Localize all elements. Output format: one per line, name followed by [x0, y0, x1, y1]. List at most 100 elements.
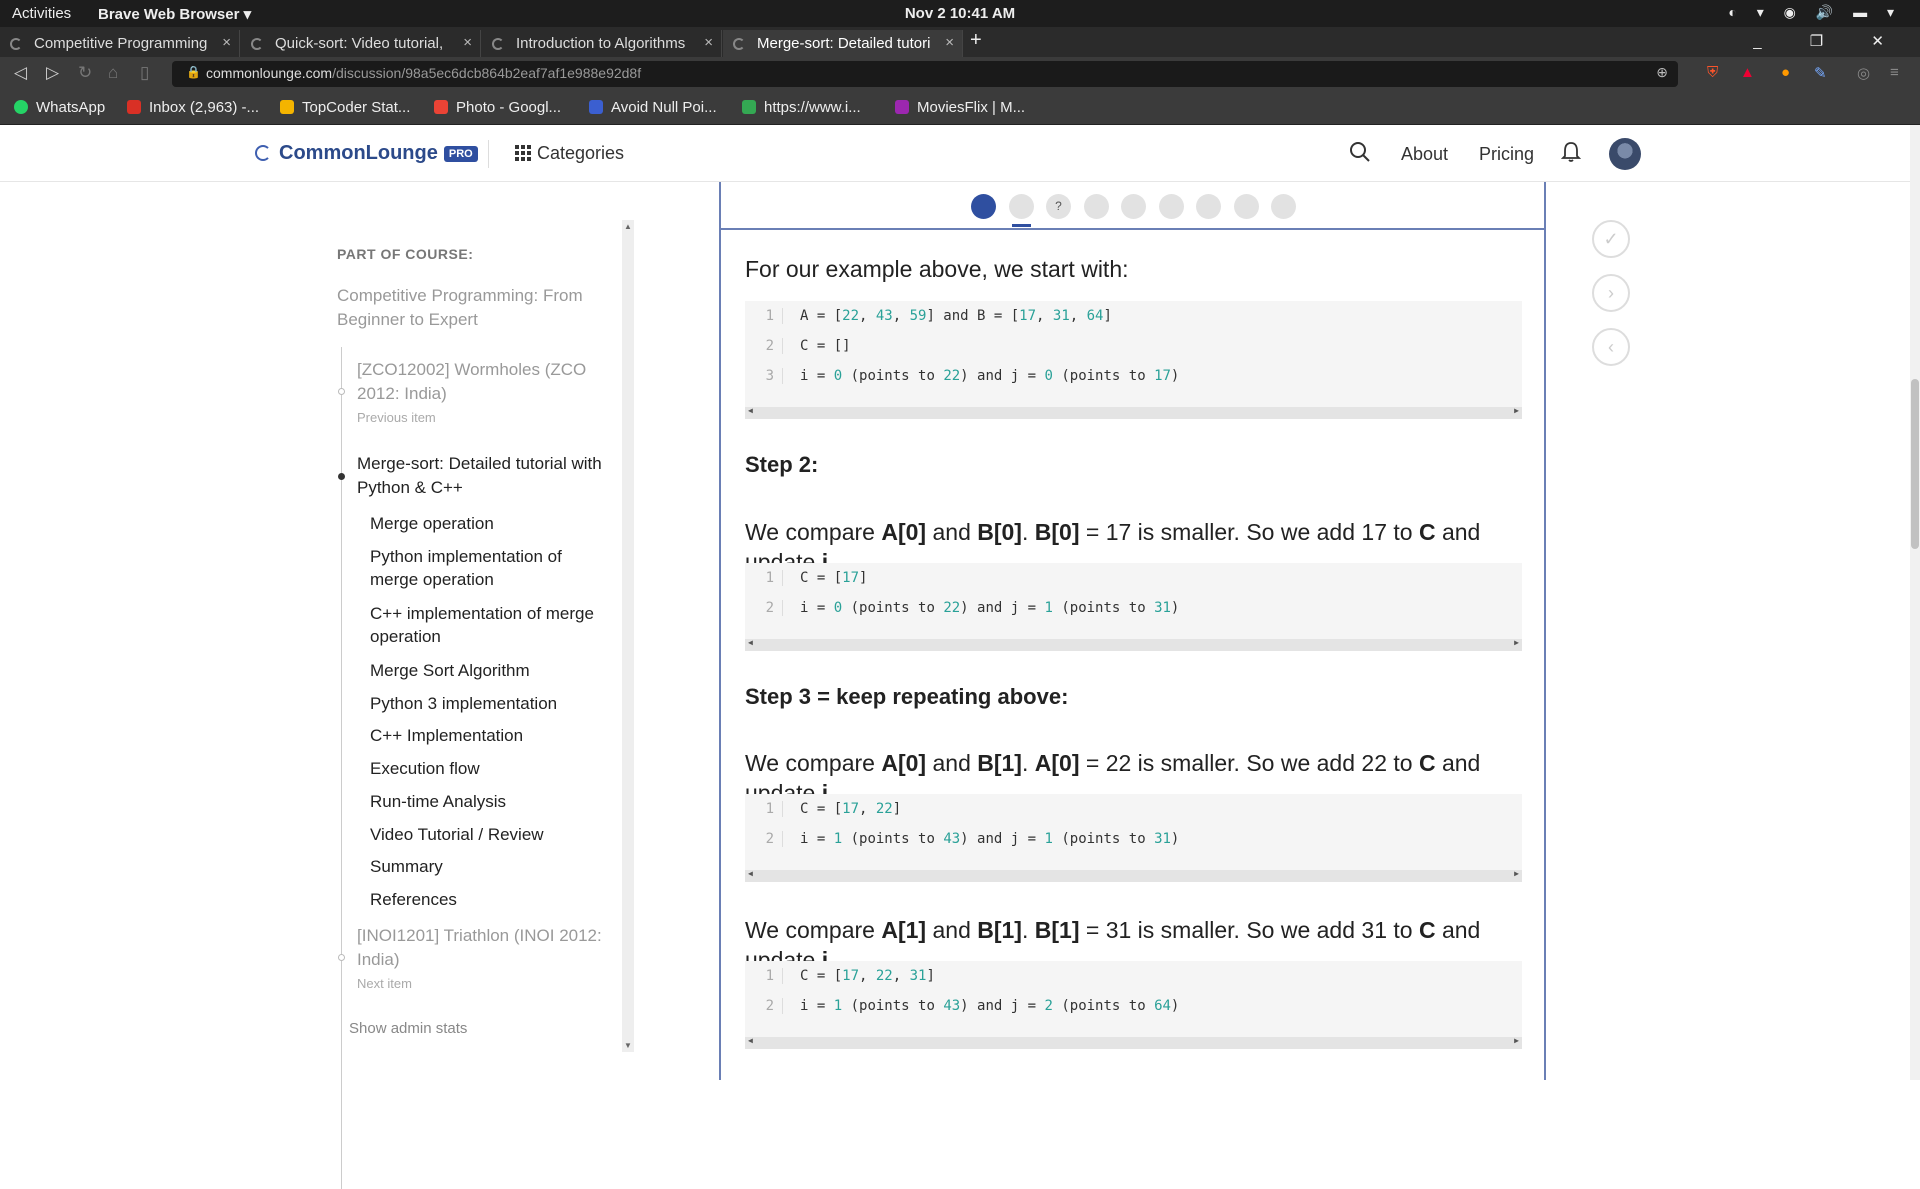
close-tab-icon[interactable]: × [939, 34, 954, 51]
toc-item[interactable]: Python 3 implementation [370, 692, 610, 715]
previous-item-link[interactable]: [ZCO12002] Wormholes (ZCO 2012: India) Pr… [357, 358, 607, 430]
show-admin-stats-link[interactable]: Show admin stats [349, 1020, 467, 1037]
brave-rewards-icon[interactable]: ▲ [1740, 64, 1755, 81]
bookmark-item[interactable]: Inbox (2,963) -... [127, 99, 259, 116]
code-line: 2i = 0 (points to 22) and j = 1 (points … [745, 593, 1522, 623]
current-item-title[interactable]: Merge-sort: Detailed tutorial with Pytho… [357, 452, 607, 500]
part-of-course-label: PART OF COURSE: [337, 246, 474, 262]
toc-item[interactable]: C++ Implementation [370, 724, 610, 747]
url-path: /discussion/98a5ec6dcb864b2eaf7af1e988e9… [332, 65, 642, 81]
tab[interactable]: Introduction to Algorithms × [482, 30, 722, 57]
code-line: 1C = [17] [745, 563, 1522, 593]
close-tab-icon[interactable]: × [216, 34, 231, 51]
step-heading: Step 2: [745, 452, 819, 477]
tab[interactable]: Quick-sort: Video tutorial, × [241, 30, 481, 57]
code-text: i = 1 (points to 43) and j = 1 (points t… [800, 831, 1180, 847]
code-text: i = 0 (points to 22) and j = 1 (points t… [800, 600, 1180, 616]
page-scrollbar[interactable] [1910, 125, 1920, 1080]
reload-icon[interactable]: ↻ [78, 63, 92, 83]
brave-shields-icon[interactable]: ⛨ [1707, 64, 1718, 81]
toc-item[interactable]: Merge Sort Algorithm [370, 659, 610, 682]
code-block: 1C = [17, 22, 31] 2i = 1 (points to 43) … [745, 961, 1522, 1049]
progress-dot[interactable] [1233, 194, 1259, 219]
system-tray[interactable]: ◐ ▾ ◉ 🔊 ▬ ▾ [1728, 4, 1902, 21]
code-scrollbar[interactable]: ◀ ▶ [745, 406, 1522, 419]
close-tab-icon[interactable]: × [698, 34, 713, 51]
code-text: i = 1 (points to 43) and j = 2 (points t… [800, 998, 1180, 1014]
code-line: 2i = 1 (points to 43) and j = 2 (points … [745, 991, 1522, 1021]
toc-item[interactable]: References [370, 888, 610, 911]
course-title-link[interactable]: Competitive Programming: From Beginner t… [337, 284, 617, 332]
next-chevron-icon[interactable]: › [1592, 274, 1630, 312]
progress-dot[interactable] [971, 194, 996, 219]
navigation-bar: ◁ ▷ ↻ ⌂ ▯ 🔒 commonlounge.com/discussion/… [0, 57, 1920, 91]
progress-dot[interactable] [1271, 194, 1296, 219]
window-controls[interactable]: _ ❐ ✕ [1753, 32, 1906, 50]
notification-bell-icon[interactable] [1560, 141, 1582, 169]
toc-item[interactable]: Video Tutorial / Review [370, 823, 610, 846]
toc-item[interactable]: Python implementation of merge operation [370, 545, 610, 591]
clock[interactable]: Nov 2 10:41 AM [0, 5, 1920, 22]
progress-dot[interactable] [1008, 194, 1034, 227]
bookmark-item[interactable]: https://www.i... [742, 99, 861, 116]
progress-dot[interactable] [1083, 194, 1109, 219]
toc-item[interactable]: Execution flow [370, 757, 610, 780]
tab-active[interactable]: Merge-sort: Detailed tutori × [723, 30, 963, 57]
tab[interactable]: Competitive Programming × [0, 30, 240, 57]
scrollbar-thumb[interactable] [1911, 379, 1919, 549]
progress-dot[interactable] [1158, 194, 1184, 219]
intro-paragraph: For our example above, we start with: [745, 256, 1129, 282]
menu-icon[interactable]: ≡ [1890, 64, 1899, 81]
forward-icon[interactable]: ▷ [46, 63, 59, 83]
toc-item[interactable]: Merge operation [370, 512, 610, 535]
course-sidebar: PART OF COURSE: Competitive Programming:… [337, 182, 637, 1189]
progress-dot[interactable] [1121, 194, 1146, 219]
extension-icon[interactable]: ● [1781, 64, 1790, 81]
topcoder-icon [280, 100, 294, 114]
progress-dots: ? [721, 182, 1544, 230]
close-tab-icon[interactable]: × [457, 34, 472, 51]
progress-dot[interactable]: ? [1046, 194, 1071, 219]
sidebar-scrollbar[interactable]: ▲ ▼ [622, 220, 634, 1052]
toc-item[interactable]: Summary [370, 855, 610, 878]
about-link[interactable]: About [1401, 144, 1448, 165]
scroll-down-icon[interactable]: ▼ [624, 1041, 632, 1050]
loading-icon [733, 38, 745, 50]
avatar[interactable] [1609, 138, 1641, 170]
article-content: ? For our example above, we start with: … [719, 182, 1546, 1080]
mark-complete-icon[interactable]: ✓ [1592, 220, 1630, 258]
pricing-link[interactable]: Pricing [1479, 144, 1534, 165]
bookmark-item[interactable]: TopCoder Stat... [280, 99, 410, 116]
zoom-icon[interactable]: ⊕ [1656, 64, 1668, 81]
home-icon[interactable]: ⌂ [108, 63, 118, 83]
categories-button[interactable]: Categories [515, 143, 624, 164]
step-heading: Step 3 = keep repeating above: [745, 684, 1069, 709]
bookmark-icon[interactable]: ▯ [140, 63, 149, 83]
search-icon[interactable] [1349, 141, 1371, 169]
tree-node [338, 388, 345, 395]
code-text: i = 0 (points to 22) and j = 0 (points t… [800, 368, 1180, 384]
extension-pen-icon[interactable]: ✎ [1814, 64, 1827, 82]
code-scrollbar[interactable]: ◀ ▶ [745, 638, 1522, 651]
scroll-up-icon[interactable]: ▲ [624, 222, 632, 231]
code-block: 1A = [22, 43, 59] and B = [17, 31, 64] 2… [745, 301, 1522, 419]
commonlounge-logo[interactable]: CommonLounge PRO [255, 142, 478, 165]
bookmark-item[interactable]: Avoid Null Poi... [589, 99, 717, 116]
address-bar[interactable]: 🔒 commonlounge.com/discussion/98a5ec6dcb… [172, 61, 1678, 87]
gmail-icon [127, 100, 141, 114]
code-scrollbar[interactable]: ◀ ▶ [745, 1036, 1522, 1049]
bookmark-item[interactable]: Photo - Googl... [434, 99, 561, 116]
progress-dot[interactable] [1196, 194, 1221, 219]
toc-item[interactable]: C++ implementation of merge operation [370, 602, 610, 648]
profile-icon[interactable]: ◎ [1857, 64, 1870, 82]
code-text: C = [17, 22, 31] [800, 968, 935, 984]
bookmark-item[interactable]: WhatsApp [14, 99, 105, 116]
bookmark-item[interactable]: MoviesFlix | M... [895, 99, 1025, 116]
new-tab-button[interactable]: + [970, 29, 982, 52]
previous-chevron-icon[interactable]: ‹ [1592, 328, 1630, 366]
toc-item[interactable]: Run-time Analysis [370, 790, 610, 813]
code-scrollbar[interactable]: ◀ ▶ [745, 869, 1522, 882]
back-icon[interactable]: ◁ [14, 63, 27, 83]
next-item-link[interactable]: [INOI1201] Triathlon (INOI 2012: India) N… [357, 924, 607, 996]
previous-item-label: Previous item [357, 410, 436, 425]
